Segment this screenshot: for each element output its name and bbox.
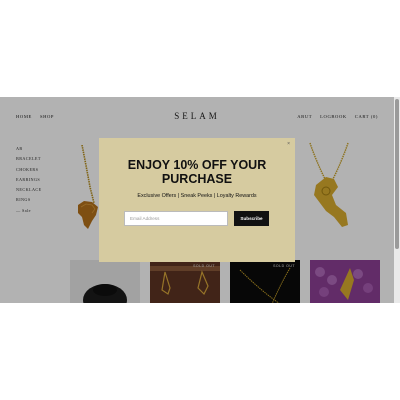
subscribe-button[interactable]: Subscribe	[234, 211, 269, 226]
popup-title: ENJOY 10% OFF YOUR PURCHASE	[99, 158, 295, 186]
scrollbar-thumb[interactable]	[395, 99, 399, 249]
popup-title-line-1: ENJOY 10% OFF YOUR	[127, 158, 267, 172]
popup-title-line-2: PURCHASE	[161, 171, 233, 186]
close-icon[interactable]: ×	[287, 141, 290, 147]
top-blank-area	[0, 0, 400, 97]
popup-subtitle: Exclusive Offers | Sneak Peeks | Loyalty…	[137, 193, 257, 199]
scrollbar[interactable]	[394, 97, 400, 303]
bottom-blank-area	[0, 303, 400, 400]
email-field[interactable]	[124, 211, 228, 226]
webpage: HOME SHOP SELAM ABUT LOGBOOK CART (0) AB…	[0, 97, 400, 303]
discount-popup: × ENJOY 10% OFF YOUR PURCHASE Exclusive …	[99, 138, 295, 262]
